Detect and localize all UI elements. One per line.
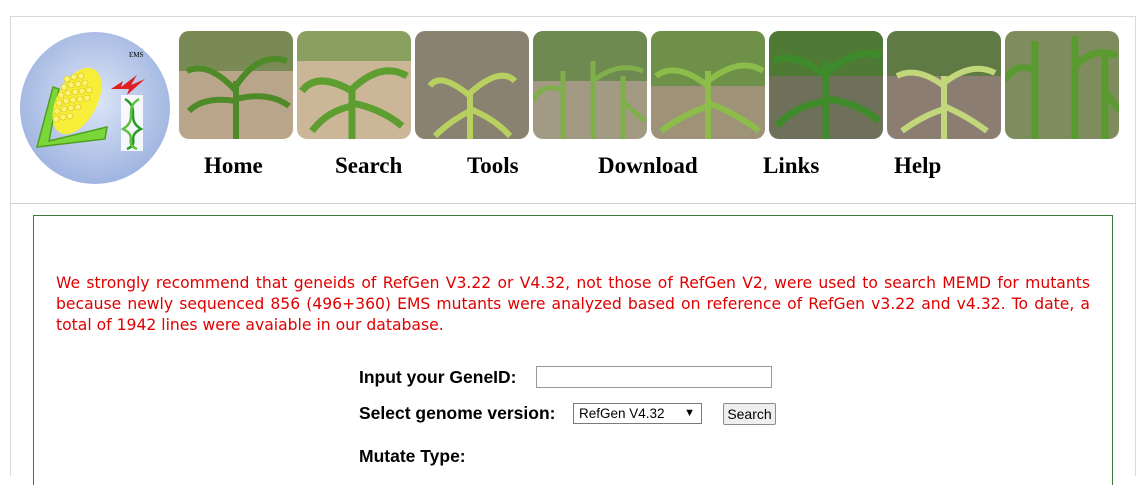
page-frame: EMS Home Search Tools Download Links Hel… — [10, 16, 1136, 485]
maize-photo-4 — [533, 31, 647, 139]
nav-tools[interactable]: Tools — [467, 153, 519, 179]
nav-search[interactable]: Search — [335, 153, 402, 179]
maize-photo-8 — [1005, 31, 1119, 139]
maize-photo-6 — [769, 31, 883, 139]
nav-links[interactable]: Links — [763, 153, 819, 179]
maize-photo-3 — [415, 31, 529, 139]
svg-text:EMS: EMS — [129, 51, 144, 59]
mutate-type-label: Mutate Type: — [359, 446, 466, 466]
genome-version-select[interactable]: RefGen V4.32 ▼ — [573, 403, 702, 424]
dropdown-arrow-icon: ▼ — [684, 407, 695, 419]
gene-id-label: Input your GeneID: — [359, 367, 517, 387]
nav-download[interactable]: Download — [598, 153, 698, 179]
maize-photo-banner — [177, 31, 1123, 139]
maize-photo-1 — [179, 31, 293, 139]
gene-id-input[interactable] — [536, 366, 772, 388]
site-header: EMS Home Search Tools Download Links Hel… — [11, 17, 1135, 203]
nav-help[interactable]: Help — [894, 153, 941, 179]
search-panel: We strongly recommend that geneids of Re… — [33, 215, 1113, 485]
maize-photo-5 — [651, 31, 765, 139]
genome-version-label: Select genome version: — [359, 403, 556, 423]
maize-photo-2 — [297, 31, 411, 139]
maize-photo-7 — [887, 31, 1001, 139]
nav-home[interactable]: Home — [204, 153, 263, 179]
search-button[interactable]: Search — [723, 403, 776, 425]
main-nav: Home Search Tools Download Links Help — [11, 153, 1135, 185]
notice-text: We strongly recommend that geneids of Re… — [56, 274, 1090, 334]
genome-version-value: RefGen V4.32 — [579, 406, 665, 421]
header-divider — [11, 203, 1135, 204]
